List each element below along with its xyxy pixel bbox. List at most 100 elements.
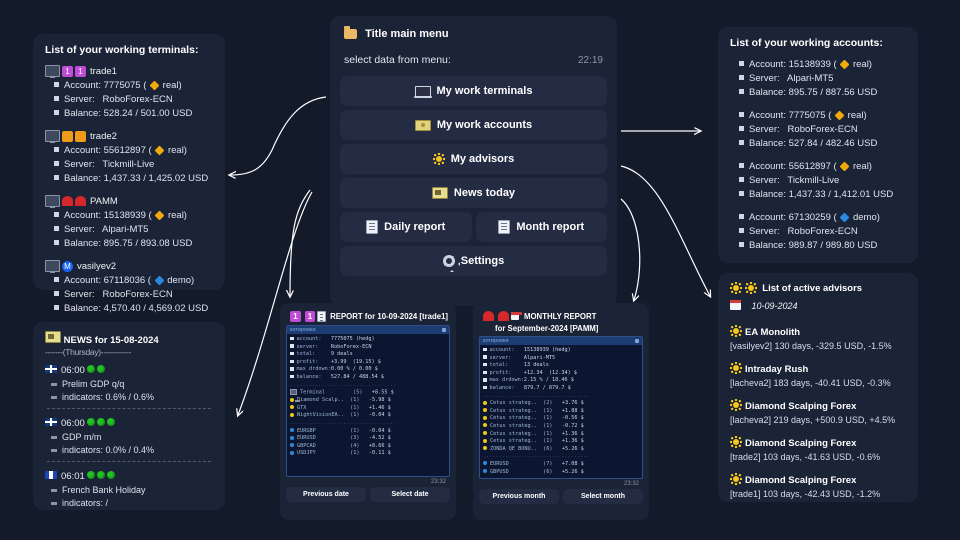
strategy-row: Cetus strateg.. (1) +1.88 $ (483, 408, 639, 416)
terminal-item[interactable]: PAMM Account: 15138939 ( real) Server: Alp… (45, 195, 213, 251)
bullet-icon (739, 163, 744, 169)
symbol-icon (290, 428, 294, 433)
menu-button-my-work-accounts[interactable]: My work accounts (340, 110, 607, 140)
working-terminals-panel: List of your working terminals: 1 1 trade1… (33, 34, 225, 314)
bullet-icon (483, 370, 487, 375)
advisor-item[interactable]: EA Monolith [vasilyev2] 130 days, -329.5 … (730, 322, 906, 351)
balance-value: 527.84 / 482.46 USD (788, 138, 878, 149)
bullet-icon (739, 126, 744, 132)
strategy-name: Cetus strateg.. (490, 438, 540, 445)
symbol-name: EURUSD (297, 435, 347, 442)
terminal-item[interactable]: Mvasilyev2 Account: 67118036 ( demo) Serve… (45, 260, 213, 316)
menu-button-daily-report[interactable]: Daily report (340, 212, 472, 242)
terminal-item[interactable]: 1 1 trade1 Account: 7775075 ( real) Server: … (45, 65, 213, 121)
summary-value: 9 deals (330, 351, 353, 358)
news-item[interactable]: 06:01 French Bank Holiday indicators: / (45, 466, 213, 510)
terminal-name: vasilyev2 (77, 260, 117, 272)
summary-row: account: 15138939 (hedg) (483, 347, 639, 355)
account-row: Account: 15138939 ( real) (54, 209, 213, 223)
strategy-name: ZONDA QE BONU.. (490, 445, 540, 452)
menu-button-label: My work terminals (436, 85, 533, 97)
symbol-name: EURGBP (297, 427, 347, 434)
menu-button-month-report[interactable]: Month report (475, 212, 607, 242)
summary-label: balance: (489, 384, 524, 391)
terminal-item[interactable]: trade2 Account: 55612897 ( real) Server: T… (45, 130, 213, 186)
advisor-stats: [lacheva2] 183 days, -40.41 USD, -0.3% (730, 378, 891, 388)
balance-row: Balance: 528.24 / 501.00 USD (54, 107, 213, 121)
server-row: Server: Alpari-MT5 (54, 223, 213, 237)
summary-value: 527.84 / 488.54 $ (330, 373, 384, 380)
news-item[interactable]: 06:00 GDP m/m indicators: 0.0% / 0.4% (45, 413, 213, 457)
symbol-name: GBPUSD (490, 468, 540, 475)
terminal-header: 1 1 trade1 (45, 65, 213, 78)
menu-button-label: Daily report (384, 221, 446, 233)
impact-dot-icon (86, 364, 95, 373)
symbol-count: (1) (346, 427, 360, 434)
advisor-stats: [trade1] 103 days, -42.43 USD, -1.2% (730, 489, 881, 499)
balance-value: 4,570.40 / 4,569.02 USD (103, 303, 209, 314)
balance-value: 528.24 / 501.00 USD (103, 108, 193, 119)
main-menu-panel: Title main menu select data from menu: 2… (330, 16, 617, 306)
terminal-name: trade2 (90, 130, 117, 142)
server-name: Tickmill-Live (102, 159, 155, 170)
menu-button-my-work-terminals[interactable]: My work terminals (340, 76, 607, 106)
symbol-value: -0.11 $ (359, 450, 391, 457)
server-name: RoboForex-ECN (102, 289, 173, 300)
strategy-name: NightVisionEA.. (297, 412, 347, 419)
divider: .................................. (483, 453, 590, 460)
news-divider (47, 408, 211, 409)
account-label: Account: (64, 210, 104, 221)
bullet-icon (739, 177, 744, 183)
news-list: 06:00 Prelim GDP q/q indicators: 0.6% / 0.… (45, 360, 213, 510)
account-row: Account: 67118036 ( demo) (54, 274, 213, 288)
monthly-report-select-month-button[interactable]: Select month (563, 489, 643, 504)
symbol-icon (483, 461, 487, 466)
advisor-item[interactable]: Intraday Rush [lacheva2] 183 days, -40.41… (730, 359, 906, 388)
sun-icon (483, 408, 487, 413)
summary-value: 13 deals (523, 362, 549, 369)
laptop-icon (413, 85, 432, 98)
account-item[interactable]: Account: 15138939 ( real) Server: Alpari-… (730, 58, 906, 100)
terminal-menu-icon[interactable] (442, 328, 446, 332)
account-label: Account: (749, 212, 789, 223)
advisor-item[interactable]: Diamond Scalping Forex [trade1] 103 days,… (730, 470, 906, 499)
menu-button-my-advisors[interactable]: My advisors (340, 144, 607, 174)
summary-row: total: 13 deals (483, 362, 639, 370)
symbol-row: EURUSD (7) +7.08 $ (483, 461, 639, 469)
strategy-count: (5) (349, 389, 363, 396)
balance-row: Balance: 895.75 / 893.08 USD (54, 237, 213, 251)
symbol-value: +8.66 $ (359, 442, 391, 449)
summary-value: 879.7 / 879.7 $ (523, 384, 571, 391)
daily-report-select-date-button[interactable]: Select date (370, 487, 450, 502)
daily-report-previous-date-button[interactable]: Previous date (286, 487, 366, 502)
terminal-name: trade1 (90, 65, 117, 77)
account-item[interactable]: Account: 67130259 ( demo) Server: RoboFor… (730, 211, 906, 253)
menu-button-label: My work accounts (436, 119, 533, 131)
account-type: real) (850, 59, 872, 70)
daily-report-window: 1 1 REPORT for 10-09-2024 [trade1] котир… (280, 303, 456, 520)
menu-button-news-today[interactable]: News today (340, 178, 607, 208)
advisors-list: EA Monolith [vasilyev2] 130 days, -329.5 … (730, 322, 906, 499)
server-label: Server: (749, 73, 788, 84)
strategy-count: (6) (539, 445, 553, 452)
news-item[interactable]: 06:00 Prelim GDP q/q indicators: 0.6% / 0.… (45, 360, 213, 404)
strategy-count: (1) (346, 412, 360, 419)
news-headline: French Bank Holiday (51, 484, 213, 497)
advisor-item[interactable]: Diamond Scalping Forex [lacheva2] 219 day… (730, 396, 906, 425)
account-item[interactable]: Account: 7775075 ( real) Server: RoboFore… (730, 109, 906, 151)
news-indicators: indicators: / (51, 497, 213, 510)
monthly-report-previous-month-button[interactable]: Previous month (479, 489, 559, 504)
settings-button[interactable]: Settings (340, 246, 607, 276)
account-item[interactable]: Account: 55612897 ( real) Server: Tickmil… (730, 160, 906, 202)
symbol-value: -4.52 $ (359, 435, 391, 442)
main-menu-report-buttons: Daily report Month report (340, 212, 607, 242)
symbol-row: GBPUSD (6) +5.26 $ (483, 469, 639, 477)
news-panel: NEWS for 15-08-2024 -------(Thursday)---… (33, 322, 225, 510)
server-name: Alpari-MT5 (102, 224, 149, 235)
summary-label: server: (296, 343, 331, 350)
summary-row: server: RoboForex-ECN (290, 344, 446, 352)
advisor-item[interactable]: Diamond Scalping Forex [trade2] 103 days,… (730, 433, 906, 462)
account-type-icon (834, 110, 845, 121)
sun-icon (730, 435, 742, 448)
terminal-menu-icon[interactable] (635, 339, 639, 343)
